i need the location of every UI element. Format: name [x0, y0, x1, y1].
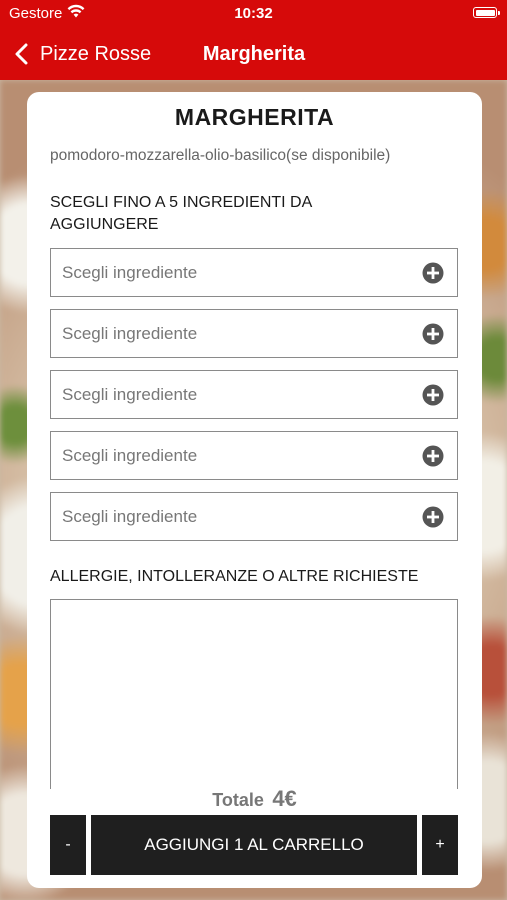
- product-card: MARGHERITA pomodoro-mozzarella-olio-basi…: [27, 92, 482, 888]
- plus-circle-icon: [422, 323, 444, 345]
- plus-circle-icon: [422, 506, 444, 528]
- plus-circle-icon: [422, 384, 444, 406]
- ingredient-picker-4[interactable]: Scegli ingrediente: [50, 431, 458, 480]
- increase-quantity-button[interactable]: +: [422, 815, 458, 875]
- product-name: MARGHERITA: [174, 104, 335, 130]
- back-button-label: Pizze Rosse: [40, 42, 152, 65]
- ingredients-section-title: SCEGLI FINO A 5 INGREDIENTI DA AGGIUNGER…: [50, 194, 312, 233]
- decrease-quantity-button[interactable]: -: [50, 815, 86, 875]
- status-bar: Gestore 10:32: [0, 0, 507, 28]
- ingredient-picker-placeholder: Scegli ingrediente: [62, 385, 198, 404]
- ingredient-picker-placeholder: Scegli ingrediente: [62, 507, 198, 526]
- total-label: Totale: [212, 790, 264, 810]
- allergies-textarea[interactable]: [50, 599, 458, 789]
- ingredient-picker-5[interactable]: Scegli ingrediente: [50, 492, 458, 541]
- add-to-cart-button[interactable]: AGGIUNGI 1 AL CARRELLO: [91, 815, 417, 875]
- product-description: pomodoro-mozzarella-olio-basilico(se dis…: [50, 147, 391, 164]
- navigation-bar: Pizze Rosse Margherita: [0, 28, 507, 80]
- back-button[interactable]: Pizze Rosse: [14, 40, 151, 68]
- total-amount: 4€: [272, 786, 297, 811]
- allergies-section-title: ALLERGIE, INTOLLERANZE O ALTRE RICHIESTE: [50, 568, 419, 585]
- clock: 10:32: [234, 5, 273, 22]
- chevron-left-icon: [15, 43, 28, 65]
- plus-circle-icon: [422, 262, 444, 284]
- plus-circle-icon: [422, 445, 444, 467]
- ingredient-picker-2[interactable]: Scegli ingrediente: [50, 309, 458, 358]
- ingredient-picker-1[interactable]: Scegli ingrediente: [50, 248, 458, 297]
- total-row: Totale 4€: [27, 786, 482, 812]
- ingredient-picker-placeholder: Scegli ingrediente: [62, 446, 198, 465]
- nav-title: Margherita: [202, 43, 306, 65]
- ingredient-picker-3[interactable]: Scegli ingrediente: [50, 370, 458, 419]
- battery-icon: [473, 7, 500, 18]
- ingredient-picker-placeholder: Scegli ingrediente: [62, 263, 198, 282]
- ingredient-picker-placeholder: Scegli ingrediente: [62, 324, 198, 343]
